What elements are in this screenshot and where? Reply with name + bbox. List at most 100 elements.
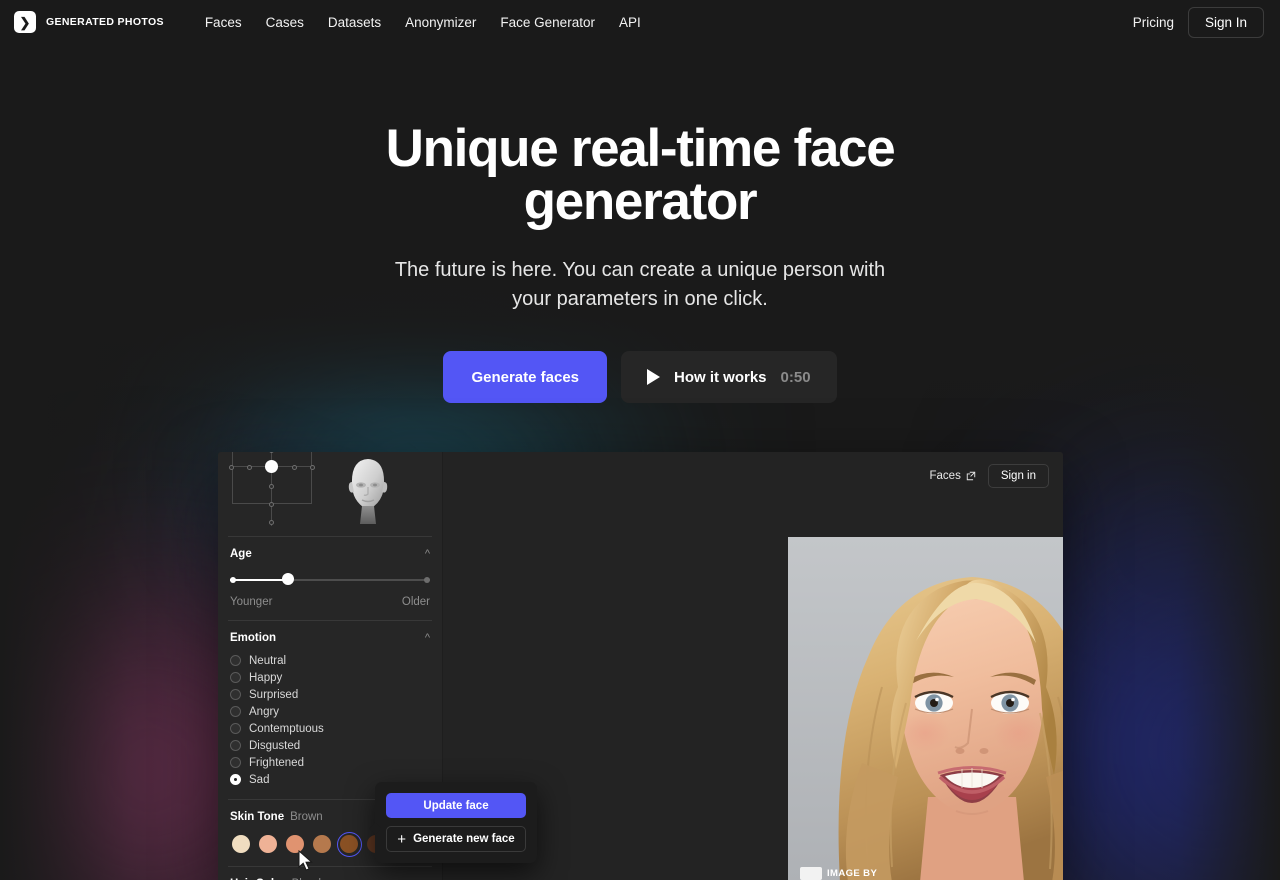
background-glow-blue-upper <box>1045 430 1280 660</box>
nav-item-faces[interactable]: Faces <box>205 15 242 30</box>
generate-new-face-button[interactable]: + Generate new face <box>386 826 526 852</box>
skin-tone-title: Skin Tone <box>230 811 285 823</box>
hero-actions: Generate faces How it works 0:50 <box>0 351 1280 403</box>
mockup-faces-label: Faces <box>929 470 961 482</box>
skin-tone-swatch-cream[interactable] <box>230 833 251 854</box>
mockup-sign-in-button[interactable]: Sign in <box>987 464 1049 488</box>
skin-tone-value: Brown <box>290 811 323 823</box>
emotion-option-disgusted[interactable]: Disgusted <box>230 737 430 754</box>
radio-icon <box>230 706 241 717</box>
brand-name: GENERATED PHOTOS <box>46 16 164 28</box>
skin-tone-swatch-medium[interactable] <box>311 833 332 854</box>
age-max-label: Older <box>401 596 430 608</box>
nav-item-anonymizer[interactable]: Anonymizer <box>405 15 476 30</box>
radio-icon <box>230 740 241 751</box>
pose-dot[interactable] <box>229 465 234 470</box>
age-slider[interactable] <box>230 573 430 586</box>
hero-subtitle: The future is here. You can create a uni… <box>394 259 886 310</box>
app-mockup: Age ^ Younger Older Emotion ^ Neutral Ha… <box>218 452 1063 880</box>
emotion-options: Neutral Happy Surprised Angry Contemptuo… <box>230 652 430 788</box>
site-header: ❯ GENERATED PHOTOS Faces Cases Datasets … <box>0 0 1280 44</box>
sign-in-button[interactable]: Sign In <box>1187 6 1264 38</box>
emotion-section-header[interactable]: Emotion ^ <box>230 632 430 644</box>
chevron-up-icon[interactable]: ^ <box>425 548 430 560</box>
generate-new-face-label: Generate new face <box>413 833 515 845</box>
how-it-works-button[interactable]: How it works 0:50 <box>621 351 837 403</box>
header-actions: Pricing Sign In <box>1133 6 1264 38</box>
mockup-faces-link[interactable]: Faces <box>930 470 976 482</box>
generated-portrait: IMAGE BY <box>788 537 1063 880</box>
hair-color-section: Hair ColorBlond <box>218 867 442 880</box>
watermark: IMAGE BY <box>800 867 877 880</box>
radio-icon <box>230 655 241 666</box>
skin-tone-swatch-brown-selected[interactable] <box>337 832 362 857</box>
generator-topbar: Faces Sign in <box>930 464 1049 488</box>
skin-tone-label: Skin Tone Brown <box>230 811 323 823</box>
play-icon <box>647 369 661 385</box>
radio-icon <box>230 757 241 768</box>
emotion-option-surprised[interactable]: Surprised <box>230 686 430 703</box>
hero-section: Unique real-time face generator The futu… <box>0 44 1280 403</box>
emotion-option-angry[interactable]: Angry <box>230 703 430 720</box>
head-3d-icon <box>338 454 398 524</box>
emotion-option-label: Happy <box>249 671 283 684</box>
main-nav: Faces Cases Datasets Anonymizer Face Gen… <box>205 15 641 30</box>
nav-item-datasets[interactable]: Datasets <box>328 15 381 30</box>
radio-icon <box>230 672 241 683</box>
mouse-cursor-icon <box>298 850 313 871</box>
emotion-label: Emotion <box>230 632 276 644</box>
age-section-header[interactable]: Age ^ <box>230 548 430 560</box>
emotion-option-label: Disgusted <box>249 739 301 752</box>
emotion-option-label: Angry <box>249 705 280 718</box>
pose-row <box>218 452 442 526</box>
video-duration: 0:50 <box>780 368 811 386</box>
pose-grid-handle[interactable] <box>265 460 278 473</box>
emotion-option-frightened[interactable]: Frightened <box>230 754 430 771</box>
radio-icon <box>230 723 241 734</box>
emotion-option-contemptuous[interactable]: Contemptuous <box>230 720 430 737</box>
radio-icon-selected <box>230 774 241 785</box>
brand-logo[interactable]: ❯ GENERATED PHOTOS <box>14 11 164 33</box>
nav-item-pricing[interactable]: Pricing <box>1133 15 1174 30</box>
pose-dot[interactable] <box>292 465 297 470</box>
nav-item-face-generator[interactable]: Face Generator <box>500 15 595 30</box>
plus-icon: + <box>397 830 407 848</box>
emotion-option-neutral[interactable]: Neutral <box>230 652 430 669</box>
age-section: Age ^ Younger Older <box>218 537 442 608</box>
page-title: Unique real-time face generator <box>385 119 896 231</box>
emotion-section: Emotion ^ Neutral Happy Surprised Angry … <box>218 621 442 788</box>
generate-faces-button[interactable]: Generate faces <box>443 351 608 403</box>
age-slider-thumb[interactable] <box>282 573 294 585</box>
how-it-works-label: How it works <box>674 368 767 386</box>
skin-tone-swatch-light[interactable] <box>257 833 278 854</box>
watermark-text: IMAGE BY <box>827 868 878 879</box>
pose-dot[interactable] <box>310 465 315 470</box>
pose-dot[interactable] <box>269 484 274 489</box>
emotion-option-label: Neutral <box>249 654 287 667</box>
age-label: Age <box>230 548 252 560</box>
watermark-logo-icon <box>800 867 822 880</box>
age-slider-min-cap <box>230 577 236 583</box>
nav-item-cases[interactable]: Cases <box>266 15 304 30</box>
pose-dot[interactable] <box>269 520 274 525</box>
page-root: ❯ GENERATED PHOTOS Faces Cases Datasets … <box>0 0 1280 880</box>
chevron-right-logo-icon: ❯ <box>14 11 36 33</box>
head-pose-grid[interactable] <box>229 452 315 526</box>
pose-dot[interactable] <box>269 502 274 507</box>
age-min-label: Younger <box>230 596 273 608</box>
update-face-button[interactable]: Update face <box>386 793 526 818</box>
nav-item-api[interactable]: API <box>619 15 641 30</box>
age-slider-labels: Younger Older <box>230 596 430 608</box>
chevron-up-icon[interactable]: ^ <box>425 632 430 644</box>
emotion-option-label: Contemptuous <box>249 722 324 735</box>
radio-icon <box>230 689 241 700</box>
face-actions-popup: Update face + Generate new face <box>375 782 537 863</box>
pose-dot[interactable] <box>247 465 252 470</box>
emotion-option-label: Sad <box>249 773 270 786</box>
external-link-icon <box>966 471 976 481</box>
emotion-option-label: Surprised <box>249 688 299 701</box>
age-slider-max-cap <box>424 577 430 583</box>
emotion-option-happy[interactable]: Happy <box>230 669 430 686</box>
age-slider-fill <box>230 579 288 581</box>
emotion-option-label: Frightened <box>249 756 304 769</box>
